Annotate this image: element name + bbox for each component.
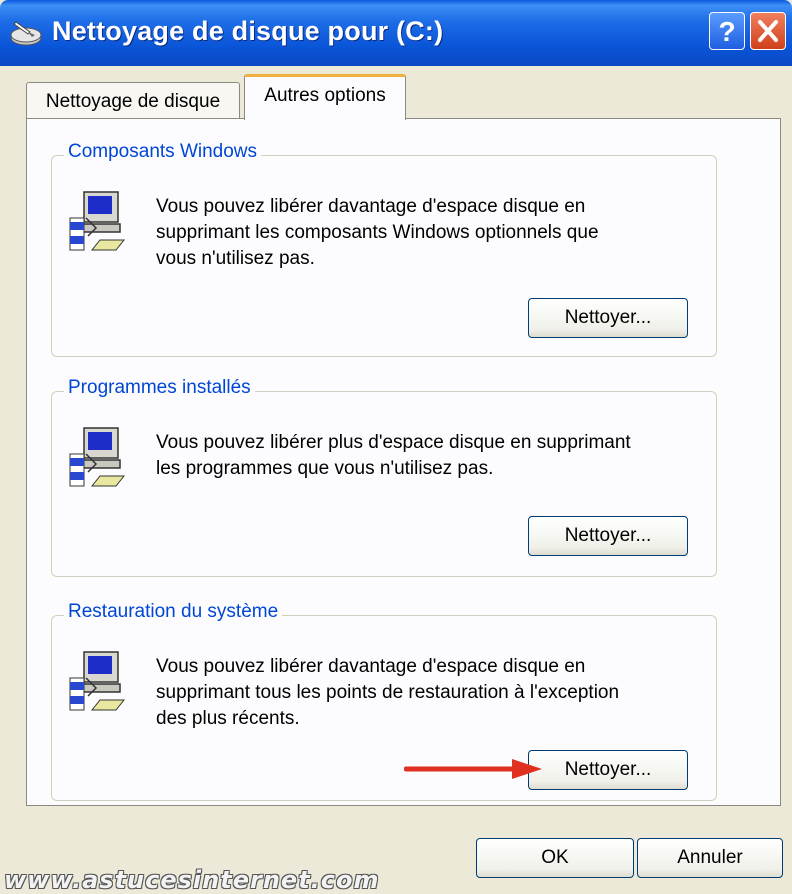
window-title: Nettoyage de disque pour (C:) — [52, 16, 444, 46]
group-description: Vous pouvez libérer davantage d'espace d… — [156, 656, 620, 729]
cancel-button[interactable]: Annuler — [637, 838, 783, 878]
nettoyer-restauration-button[interactable]: Nettoyer... — [528, 750, 688, 790]
group-title: Composants Windows — [64, 141, 262, 163]
ok-button[interactable]: OK — [476, 838, 634, 878]
help-button[interactable]: ? — [709, 12, 745, 50]
help-icon: ? — [718, 16, 735, 47]
nettoyer-composants-button[interactable]: Nettoyer... — [528, 298, 688, 338]
tab-nettoyage-de-disque[interactable]: Nettoyage de disque — [26, 82, 240, 118]
nettoyer-programmes-button[interactable]: Nettoyer... — [528, 516, 688, 556]
group-programmes-installes: Programmes installés Vous pouvez libérer… — [51, 377, 717, 577]
group-description: Vous pouvez libérer plus d'espace disque… — [156, 432, 631, 479]
group-restauration-du-systeme: Restauration du système Vous pouvez libé… — [51, 601, 717, 801]
tab-autres-options[interactable]: Autres options — [244, 74, 406, 120]
tab-label: Nettoyage de disque — [45, 91, 221, 112]
disk-cleanup-icon — [10, 21, 42, 46]
group-description: Vous pouvez libérer davantage d'espace d… — [156, 196, 599, 269]
red-arrow-annotation — [404, 759, 542, 779]
computer-setup-icon — [69, 427, 126, 487]
tab-panel: Composants Windows Vous pouvez libérer d… — [26, 118, 781, 806]
tab-label: Autres options — [264, 85, 386, 106]
group-title: Programmes installés — [64, 377, 255, 399]
computer-setup-icon — [69, 651, 126, 711]
computer-setup-icon — [69, 191, 126, 251]
group-title: Restauration du système — [64, 601, 283, 623]
close-button[interactable] — [750, 12, 786, 50]
watermark: www.astucesinternet.com — [4, 866, 380, 894]
group-composants-windows: Composants Windows Vous pouvez libérer d… — [51, 141, 717, 357]
close-icon — [758, 20, 778, 42]
title-bar[interactable]: Nettoyage de disque pour (C:) ? — [0, 0, 792, 66]
